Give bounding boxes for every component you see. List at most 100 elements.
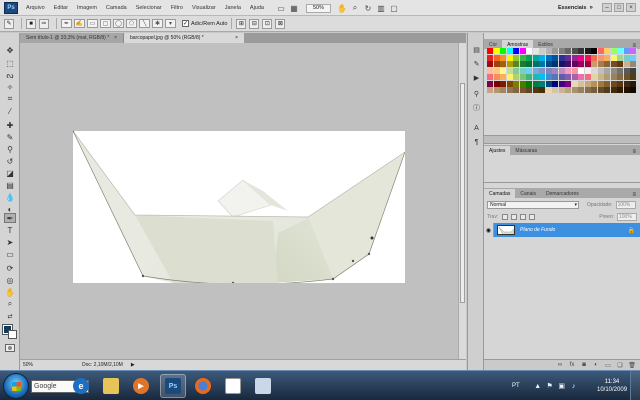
color-swatch[interactable] <box>519 67 526 74</box>
canvas-vertical-scrollbar[interactable] <box>458 43 466 359</box>
color-swatch[interactable] <box>610 61 617 67</box>
tab-mascaras[interactable]: Máscaras <box>510 146 542 155</box>
color-swatch[interactable] <box>539 67 545 74</box>
color-swatch[interactable] <box>500 61 506 67</box>
color-swatch[interactable] <box>552 80 558 87</box>
color-swatch[interactable] <box>617 80 623 87</box>
brush-panel-icon[interactable]: ✎ <box>471 59 482 69</box>
color-swatch[interactable] <box>604 80 610 87</box>
scrollbar-thumb[interactable] <box>460 83 465 303</box>
layer-row[interactable]: ◉ Plano de Fundo 🔒 <box>484 223 640 237</box>
add-mask-icon[interactable]: ◙ <box>580 361 588 369</box>
color-swatch[interactable] <box>487 48 493 54</box>
color-swatch[interactable] <box>623 67 630 74</box>
color-swatch[interactable] <box>493 74 500 80</box>
new-group-icon[interactable]: ▭ <box>604 361 612 369</box>
hand-tool-icon[interactable]: ✋ <box>337 3 347 13</box>
color-swatch[interactable] <box>545 54 552 61</box>
color-swatch[interactable] <box>578 67 584 74</box>
color-swatch[interactable] <box>630 87 636 93</box>
color-swatch[interactable] <box>487 54 493 61</box>
color-swatch[interactable] <box>558 74 565 80</box>
color-swatch[interactable] <box>493 80 500 87</box>
color-swatch[interactable] <box>623 48 630 54</box>
color-swatch[interactable] <box>487 80 493 87</box>
color-swatch[interactable] <box>610 48 617 54</box>
color-swatch[interactable] <box>513 61 519 67</box>
color-swatch[interactable] <box>591 67 597 74</box>
taskbar-ie[interactable]: e <box>68 374 94 398</box>
new-layer-icon[interactable]: ❏ <box>616 361 624 369</box>
arrange-documents-icon[interactable]: ▥ <box>376 3 386 13</box>
path-subtract-icon[interactable]: ⊟ <box>249 18 260 29</box>
color-swatch[interactable] <box>578 61 584 67</box>
paths-icon[interactable]: ✑ <box>39 18 49 29</box>
color-swatch[interactable] <box>604 74 610 80</box>
color-swatch[interactable] <box>500 48 506 54</box>
color-swatch[interactable] <box>571 67 578 74</box>
background-color-swatch[interactable] <box>8 330 17 339</box>
color-swatch[interactable] <box>630 54 636 61</box>
tab-barcopapel[interactable]: barcopapel.jpg @ 50% (RGB/8) * × <box>124 33 244 43</box>
volume-icon[interactable]: ♪ <box>570 382 578 390</box>
start-button[interactable] <box>3 373 29 399</box>
color-swatch[interactable] <box>630 74 636 80</box>
type-tool-icon[interactable]: T <box>4 225 16 235</box>
color-swatch[interactable] <box>610 67 617 74</box>
close-icon[interactable]: × <box>231 35 238 41</box>
menu-imagem[interactable]: Imagem <box>77 5 97 11</box>
color-swatch[interactable] <box>571 61 578 67</box>
color-swatch[interactable] <box>630 61 636 67</box>
crop-tool-icon[interactable]: ⌗ <box>4 94 16 104</box>
color-swatch[interactable] <box>545 67 552 74</box>
status-zoom[interactable]: 50% <box>23 362 47 368</box>
color-swatch[interactable] <box>591 80 597 87</box>
color-swatch[interactable] <box>597 61 604 67</box>
color-swatch[interactable] <box>578 74 584 80</box>
color-swatch[interactable] <box>558 87 565 93</box>
lasso-tool-icon[interactable]: ᔓ <box>4 70 16 80</box>
visibility-eye-icon[interactable]: ◉ <box>484 223 494 237</box>
brush-tool-icon[interactable]: ✎ <box>4 132 16 142</box>
show-desktop-button[interactable] <box>630 371 640 400</box>
paragraph-panel-icon[interactable]: ¶ <box>471 137 482 147</box>
blur-tool-icon[interactable]: 💧 <box>4 192 16 202</box>
color-swatch[interactable] <box>487 87 493 93</box>
color-swatch[interactable] <box>565 74 571 80</box>
color-swatch[interactable] <box>604 67 610 74</box>
color-swatch[interactable] <box>552 48 558 54</box>
color-swatch[interactable] <box>623 61 630 67</box>
history-panel-icon[interactable]: ▤ <box>471 45 482 55</box>
color-swatch[interactable] <box>545 48 552 54</box>
color-swatch[interactable] <box>513 48 519 54</box>
color-swatch[interactable] <box>545 74 552 80</box>
color-swatch[interactable] <box>630 80 636 87</box>
menu-editar[interactable]: Editar <box>54 5 68 11</box>
color-swatch[interactable] <box>578 54 584 61</box>
history-brush-tool-icon[interactable]: ↺ <box>4 156 16 166</box>
tab-ajustes[interactable]: Ajustes <box>484 146 511 155</box>
lock-all-icon[interactable] <box>529 213 536 220</box>
quick-selection-tool-icon[interactable]: ✧ <box>4 82 16 92</box>
lock-pixels-icon[interactable] <box>511 213 518 220</box>
color-swatch[interactable] <box>519 54 526 61</box>
color-swatch[interactable] <box>558 54 565 61</box>
color-swatch[interactable] <box>513 80 519 87</box>
menu-visualizar[interactable]: Visualizar <box>192 5 216 11</box>
color-swatch[interactable] <box>513 87 519 93</box>
color-swatch[interactable] <box>526 80 532 87</box>
color-swatch[interactable] <box>584 87 591 93</box>
opacity-input[interactable]: 100% <box>615 200 636 209</box>
panel-menu-icon[interactable]: ≡ <box>632 192 636 198</box>
color-swatch[interactable] <box>493 54 500 61</box>
auto-add-checkbox[interactable]: ✓ <box>182 20 189 27</box>
color-swatch[interactable] <box>571 87 578 93</box>
clone-source-icon[interactable]: ⚲ <box>471 89 482 99</box>
action-center-icon[interactable]: ⚑ <box>546 382 554 390</box>
pen-tool-icon[interactable]: ✒ <box>4 213 16 223</box>
menu-selecionar[interactable]: Selecionar <box>136 5 162 11</box>
color-swatch[interactable] <box>532 80 539 87</box>
lock-transparency-icon[interactable] <box>502 213 509 220</box>
color-swatch[interactable] <box>610 80 617 87</box>
color-swatch[interactable] <box>487 61 493 67</box>
